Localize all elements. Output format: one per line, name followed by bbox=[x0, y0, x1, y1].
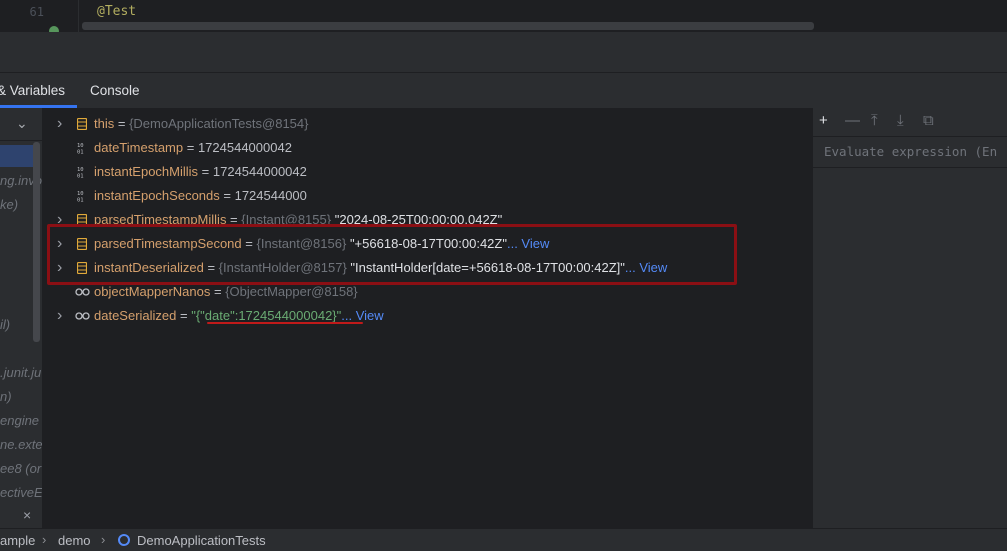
frame-item[interactable]: n) bbox=[0, 389, 12, 404]
frame-item[interactable]: engine bbox=[0, 413, 39, 428]
field-icon bbox=[77, 118, 87, 130]
variables-tree: › this = {DemoApplicationTests@8154} 10 01 d… bbox=[43, 108, 812, 528]
frame-item[interactable]: ne.exte bbox=[0, 437, 42, 452]
copy-icon[interactable]: ⧉ bbox=[923, 112, 934, 129]
chevron-right-icon[interactable]: › bbox=[57, 304, 62, 328]
variable-row[interactable]: › dateSerialized = "{"date":1724544000042… bbox=[43, 304, 812, 328]
frame-item[interactable]: ke) bbox=[0, 197, 18, 212]
equals-sign: = bbox=[114, 116, 130, 131]
variable-text: dateSerialized = "{"date":1724544000042}… bbox=[94, 304, 384, 328]
editor-scrollbar[interactable] bbox=[82, 22, 814, 30]
class-icon bbox=[118, 534, 130, 546]
watch-icon bbox=[75, 312, 90, 320]
primitive-icon: 1001 bbox=[77, 143, 84, 155]
code-line[interactable]: @Test bbox=[97, 4, 136, 19]
debug-toolbar bbox=[0, 32, 1007, 72]
svg-text:10: 10 bbox=[77, 167, 84, 173]
add-icon[interactable]: + bbox=[819, 112, 828, 129]
line-number: 61 bbox=[29, 5, 44, 19]
frame-item[interactable]: ee8 (or bbox=[0, 461, 41, 476]
svg-text:01: 01 bbox=[77, 198, 84, 203]
view-link[interactable]: ... View bbox=[341, 308, 383, 323]
variable-text: instantEpochSeconds = 1724544000 bbox=[94, 184, 307, 208]
tab-console[interactable]: Console bbox=[90, 83, 140, 98]
variable-row[interactable]: 10 01 instantEpochMillis = 1724544000042 bbox=[43, 160, 812, 184]
editor-area[interactable]: 61 @Test bbox=[0, 0, 1007, 36]
tab-threads-variables[interactable]: & Variables bbox=[0, 83, 65, 98]
frame-item[interactable]: ectiveE bbox=[0, 485, 42, 500]
frame-item[interactable]: il) bbox=[0, 317, 10, 332]
equals-sign: = bbox=[176, 308, 192, 323]
variable-text: dateTimestamp = 1724544000042 bbox=[94, 136, 292, 160]
breadcrumb-item[interactable]: ample bbox=[0, 533, 35, 548]
frames-scrollbar[interactable] bbox=[33, 142, 40, 342]
status-bar: ample › demo › DemoApplicationTests bbox=[0, 528, 1007, 551]
variable-type: {ObjectMapper@8158} bbox=[225, 284, 358, 299]
variable-value: 1724544000042 bbox=[197, 140, 292, 155]
equals-sign: = bbox=[219, 188, 235, 203]
equals-sign: = bbox=[198, 164, 213, 179]
chevron-right-icon[interactable]: › bbox=[57, 112, 62, 136]
watches-panel: + — ⤒ ⤓ ⧉ Evaluate expression (En bbox=[812, 108, 1007, 528]
variable-row[interactable]: 10 01 dateTimestamp = 1724544000042 bbox=[43, 136, 812, 160]
equals-sign: = bbox=[183, 140, 198, 155]
variable-value: 1724544000042 bbox=[212, 164, 307, 179]
variable-text: this = {DemoApplicationTests@8154} bbox=[94, 112, 308, 136]
evaluate-expression-placeholder: Evaluate expression (En bbox=[824, 144, 998, 159]
variable-name: objectMapperNanos bbox=[94, 284, 211, 299]
variable-name: instantEpochMillis bbox=[94, 164, 199, 179]
move-down-icon[interactable]: ⤓ bbox=[897, 112, 904, 129]
primitive-icon: 1001 bbox=[77, 167, 84, 179]
equals-sign: = bbox=[210, 284, 226, 299]
primitive-icon: 1001 bbox=[77, 191, 84, 203]
evaluate-expression-input[interactable]: Evaluate expression (En bbox=[813, 136, 1007, 168]
highlight-annotation-underline bbox=[207, 322, 363, 324]
selected-frame[interactable] bbox=[0, 145, 34, 167]
chevron-down-icon: ⌄ bbox=[16, 115, 28, 131]
svg-text:01: 01 bbox=[77, 150, 84, 155]
frame-item[interactable]: .junit.ju bbox=[0, 365, 41, 380]
breadcrumb-item[interactable]: demo bbox=[58, 533, 91, 548]
variable-value: "{"date":1724544000042}" bbox=[191, 308, 342, 323]
thread-selector[interactable]: ⌄ bbox=[0, 108, 42, 141]
debug-tab-bar: & Variables Console bbox=[0, 72, 1007, 110]
variable-name: dateTimestamp bbox=[94, 140, 184, 155]
remove-icon[interactable]: — bbox=[845, 112, 860, 129]
move-up-icon[interactable]: ⤒ bbox=[871, 112, 878, 129]
variable-name: instantEpochSeconds bbox=[94, 188, 220, 203]
highlight-annotation-box bbox=[47, 224, 737, 285]
variable-name: this bbox=[94, 116, 115, 131]
variable-text: instantEpochMillis = 1724544000042 bbox=[94, 160, 307, 184]
svg-text:10: 10 bbox=[77, 143, 84, 149]
variable-row[interactable]: › this = {DemoApplicationTests@8154} bbox=[43, 112, 812, 136]
svg-text:01: 01 bbox=[77, 174, 84, 179]
variable-row[interactable]: 10 01 instantEpochSeconds = 1724544000 bbox=[43, 184, 812, 208]
editor-gutter: 61 bbox=[0, 0, 79, 36]
breadcrumb-separator-icon: › bbox=[101, 532, 106, 547]
breadcrumb-item[interactable]: DemoApplicationTests bbox=[137, 533, 266, 548]
svg-text:10: 10 bbox=[77, 191, 84, 197]
breadcrumb-separator-icon: › bbox=[42, 532, 47, 547]
close-icon[interactable]: × bbox=[23, 507, 31, 523]
variable-value: 1724544000 bbox=[234, 188, 307, 203]
variable-name: dateSerialized bbox=[94, 308, 177, 323]
frames-panel: ⌄ ng.invo ke) il) .junit.ju n) engine ne… bbox=[0, 108, 43, 528]
variable-type: {DemoApplicationTests@8154} bbox=[129, 116, 309, 131]
watch-icon bbox=[75, 288, 90, 296]
